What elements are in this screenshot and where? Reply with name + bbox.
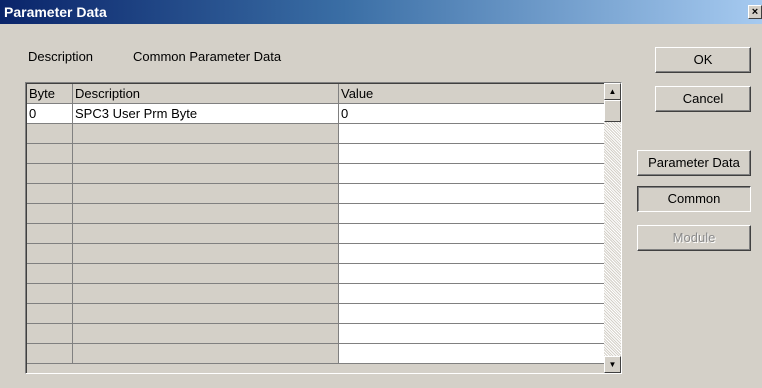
column-header-byte[interactable]: Byte — [27, 84, 73, 104]
table-row[interactable] — [27, 344, 605, 364]
close-icon[interactable]: × — [748, 5, 762, 19]
table-row[interactable] — [27, 304, 605, 324]
window-title: Parameter Data — [4, 4, 107, 20]
module-button: Module — [637, 225, 751, 251]
byte-cell — [27, 144, 73, 164]
value-cell[interactable] — [339, 244, 605, 264]
value-cell[interactable]: 0 — [339, 104, 605, 124]
column-header-description[interactable]: Description — [73, 84, 339, 104]
table-row[interactable] — [27, 244, 605, 264]
description-value: Common Parameter Data — [133, 49, 282, 64]
description-cell — [73, 264, 339, 284]
byte-cell — [27, 344, 73, 364]
description-cell — [73, 184, 339, 204]
description-cell — [73, 284, 339, 304]
byte-cell — [27, 324, 73, 344]
table-row[interactable] — [27, 284, 605, 304]
scroll-thumb[interactable] — [604, 100, 621, 122]
column-header-value[interactable]: Value — [339, 84, 605, 104]
byte-cell — [27, 124, 73, 144]
table-row[interactable] — [27, 324, 605, 344]
table-row[interactable] — [27, 164, 605, 184]
cancel-button[interactable]: Cancel — [655, 86, 751, 112]
description-cell — [73, 344, 339, 364]
grid-header: Byte Description Value — [27, 84, 605, 104]
byte-cell — [27, 284, 73, 304]
description-cell — [73, 164, 339, 184]
byte-cell — [27, 304, 73, 324]
value-cell[interactable] — [339, 264, 605, 284]
value-cell[interactable] — [339, 164, 605, 184]
table-row[interactable] — [27, 144, 605, 164]
value-cell[interactable] — [339, 144, 605, 164]
value-cell[interactable] — [339, 284, 605, 304]
value-cell[interactable] — [339, 344, 605, 364]
byte-cell — [27, 204, 73, 224]
value-cell[interactable] — [339, 324, 605, 344]
value-cell[interactable] — [339, 224, 605, 244]
value-cell[interactable] — [339, 124, 605, 144]
byte-cell — [27, 184, 73, 204]
description-cell — [73, 304, 339, 324]
byte-cell — [27, 164, 73, 184]
description-cell — [73, 124, 339, 144]
byte-cell — [27, 264, 73, 284]
description-cell — [73, 244, 339, 264]
description-cell — [73, 204, 339, 224]
scroll-down-icon[interactable]: ▼ — [604, 356, 621, 373]
common-button[interactable]: Common — [637, 186, 751, 212]
title-bar[interactable]: Parameter Data × — [0, 0, 762, 24]
vertical-scrollbar[interactable]: ▲ ▼ — [604, 83, 621, 373]
description-label: Description — [28, 49, 94, 64]
byte-cell — [27, 224, 73, 244]
table-row[interactable] — [27, 204, 605, 224]
byte-cell: 0 — [27, 104, 73, 124]
table-row[interactable] — [27, 264, 605, 284]
description-cell — [73, 144, 339, 164]
table-row[interactable] — [27, 124, 605, 144]
description-cell — [73, 224, 339, 244]
scroll-up-icon[interactable]: ▲ — [604, 83, 621, 100]
description-cell — [73, 324, 339, 344]
grid-body: Byte Description Value 0 SPC3 User Prm By… — [26, 83, 605, 373]
table-row[interactable] — [27, 184, 605, 204]
description-cell: SPC3 User Prm Byte — [73, 104, 339, 124]
parameter-grid: Byte Description Value 0 SPC3 User Prm By… — [25, 82, 622, 374]
ok-button[interactable]: OK — [655, 47, 751, 73]
value-cell[interactable] — [339, 304, 605, 324]
parameter-data-button[interactable]: Parameter Data — [637, 150, 751, 176]
table-row[interactable]: 0 SPC3 User Prm Byte 0 — [27, 104, 605, 124]
byte-cell — [27, 244, 73, 264]
value-cell[interactable] — [339, 204, 605, 224]
value-cell[interactable] — [339, 184, 605, 204]
parameter-data-dialog: Parameter Data × Description Common Para… — [0, 0, 762, 388]
table-row[interactable] — [27, 224, 605, 244]
